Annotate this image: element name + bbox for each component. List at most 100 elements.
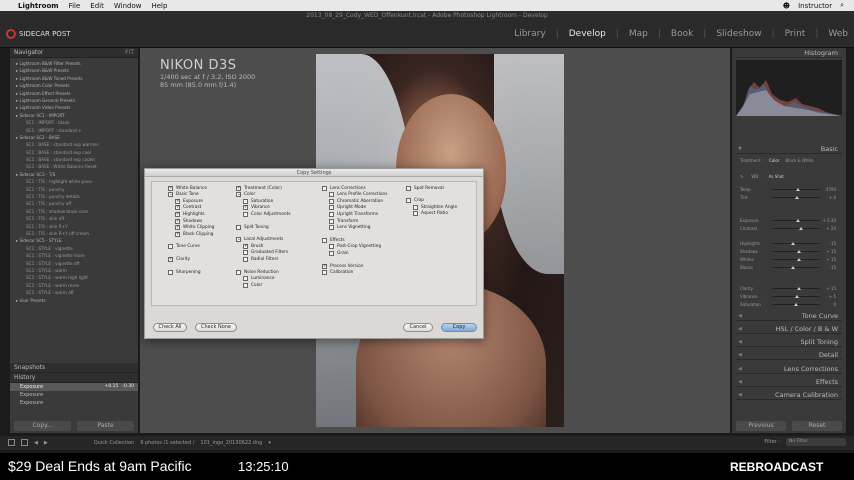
checkbox-saturation[interactable]: Saturation bbox=[243, 198, 273, 204]
checkbox-box[interactable] bbox=[168, 269, 173, 275]
checkbox-calibration[interactable]: Calibration bbox=[322, 270, 353, 276]
checkbox-box[interactable] bbox=[175, 231, 180, 237]
checkbox-straighten-angle[interactable]: Straighten Angle bbox=[413, 204, 457, 210]
checkbox-graduated-filters[interactable]: Graduated Filters bbox=[243, 250, 288, 256]
menu-window[interactable]: Window bbox=[114, 2, 142, 10]
preset-item[interactable]: SC1 : STYLE : warm bbox=[12, 267, 136, 274]
slider-value[interactable]: + 15 bbox=[826, 249, 836, 254]
checkbox-chromatic-aberration[interactable]: Chromatic Aberration bbox=[329, 198, 383, 204]
preset-item[interactable]: SC1 : T/S : shadow black core bbox=[12, 208, 136, 215]
menu-edit[interactable]: Edit bbox=[90, 2, 104, 10]
slider-vibrance[interactable]: Vibrance + 5 bbox=[740, 293, 840, 299]
preset-folder[interactable]: ▸ Lightroom Color Presets bbox=[12, 82, 136, 89]
checkbox-box[interactable] bbox=[243, 198, 248, 204]
search-icon[interactable]: ⌕ bbox=[840, 1, 844, 10]
slider-knob[interactable] bbox=[798, 227, 803, 230]
checkbox-transform[interactable]: Transform bbox=[329, 218, 358, 224]
checkbox-box[interactable] bbox=[243, 243, 248, 249]
grid-view-icon[interactable] bbox=[8, 439, 15, 446]
module-develop[interactable]: Develop bbox=[569, 29, 606, 39]
section-camera-calibration[interactable]: ◀ Camera Calibration bbox=[736, 390, 842, 400]
preset-folder[interactable]: ▸ Lightroom B&W Toned Presets bbox=[12, 75, 136, 82]
slider-value[interactable]: 0 bbox=[833, 302, 836, 307]
preset-folder[interactable]: ▸ Lightroom B&W Presets bbox=[12, 67, 136, 74]
checkbox-box[interactable] bbox=[168, 256, 173, 262]
preset-folder[interactable]: ▸ Lightroom Video Presets bbox=[12, 104, 136, 111]
checkbox-contrast[interactable]: Contrast bbox=[175, 204, 201, 211]
checkbox-box[interactable] bbox=[406, 198, 411, 204]
checkbox-lens-corrections[interactable]: Lens Corrections bbox=[322, 185, 366, 191]
user-icon[interactable]: ☻ bbox=[783, 2, 790, 10]
slider-knob[interactable] bbox=[796, 188, 801, 191]
checkbox-luminance[interactable]: Luminance bbox=[243, 276, 275, 282]
checkbox-crop[interactable]: Crop bbox=[406, 198, 424, 204]
treatment-bw[interactable]: Black & White bbox=[785, 158, 813, 166]
checkbox-lens-vignetting[interactable]: Lens Vignetting bbox=[329, 225, 370, 231]
slider-value[interactable]: + 20 bbox=[826, 226, 836, 231]
nav-forward-icon[interactable]: ▶ bbox=[44, 440, 48, 446]
previous-button[interactable]: Previous bbox=[736, 421, 786, 431]
checkbox-box[interactable] bbox=[329, 244, 334, 250]
checkbox-box[interactable] bbox=[175, 218, 180, 224]
slider-knob[interactable] bbox=[796, 258, 801, 261]
slider-shadows[interactable]: Shadows + 15 bbox=[740, 248, 840, 254]
reset-button[interactable]: Reset bbox=[792, 421, 842, 431]
checkbox-box[interactable] bbox=[243, 204, 248, 211]
section-tone-curve[interactable]: ◀ Tone Curve bbox=[736, 311, 842, 321]
checkbox-black-clipping[interactable]: Black Clipping bbox=[175, 231, 213, 237]
slider-knob[interactable] bbox=[796, 250, 801, 253]
checkbox-box[interactable] bbox=[236, 185, 241, 191]
copy-button[interactable]: Copy bbox=[441, 323, 477, 332]
check-all-button[interactable]: Check All bbox=[153, 323, 187, 332]
checkbox-box[interactable] bbox=[168, 185, 173, 191]
section-detail[interactable]: ◀ Detail bbox=[736, 350, 842, 360]
preset-item[interactable]: SC1 : T/S : punchy bbox=[12, 186, 136, 193]
second-window-icon[interactable] bbox=[21, 439, 28, 446]
checkbox-effects[interactable]: Effects bbox=[322, 237, 345, 243]
slider-tint[interactable]: Tint + 6 bbox=[740, 194, 840, 200]
checkbox-grain[interactable]: Grain bbox=[329, 250, 349, 256]
checkbox-upright-transforms[interactable]: Upright Transforms bbox=[329, 211, 378, 217]
slider-value[interactable]: + 15 bbox=[826, 257, 836, 262]
checkbox-basic-tone[interactable]: Basic Tone bbox=[168, 191, 199, 198]
preset-item[interactable]: SC1 : IMPORT : standard + bbox=[12, 127, 136, 134]
preset-item[interactable]: SC1 : STYLE : warm high light bbox=[12, 274, 136, 281]
checkbox-box[interactable] bbox=[413, 204, 418, 210]
module-library[interactable]: Library bbox=[514, 29, 545, 39]
preset-folder[interactable]: ▸ Lightroom General Presets bbox=[12, 97, 136, 104]
checkbox-box[interactable] bbox=[329, 225, 334, 231]
preset-item[interactable]: SC1 : T/S : punchy off bbox=[12, 200, 136, 207]
checkbox-sharpening[interactable]: Sharpening bbox=[168, 269, 201, 275]
cancel-button[interactable]: Cancel bbox=[403, 323, 433, 332]
module-book[interactable]: Book bbox=[671, 29, 693, 39]
slider-temp[interactable]: Temp 4700 bbox=[740, 186, 840, 192]
slider-knob[interactable] bbox=[791, 266, 796, 269]
checkbox-color-adjustments[interactable]: Color Adjustments bbox=[243, 211, 291, 217]
slider-value[interactable]: + 6 bbox=[829, 195, 836, 200]
history-step[interactable]: Exposure bbox=[10, 399, 138, 407]
checkbox-color[interactable]: Color bbox=[236, 191, 255, 198]
checkbox-vibrance[interactable]: Vibrance bbox=[243, 204, 270, 211]
checkbox-exposure[interactable]: Exposure bbox=[175, 198, 203, 204]
section-split-toning[interactable]: ◀ Split Toning bbox=[736, 337, 842, 347]
checkbox-box[interactable] bbox=[322, 263, 327, 269]
basic-header[interactable]: ▼ Basic bbox=[736, 144, 842, 154]
wb-value[interactable]: As Shot bbox=[769, 174, 784, 182]
slider-value[interactable]: + 5 bbox=[829, 294, 836, 299]
preset-item[interactable]: SC1 : STYLE : warm off bbox=[12, 289, 136, 296]
slider-whites[interactable]: Whites + 15 bbox=[740, 256, 840, 262]
checkbox-box[interactable] bbox=[329, 198, 334, 204]
slider-value[interactable]: + 0.30 bbox=[822, 218, 836, 223]
navigator-zoom[interactable]: FIT bbox=[125, 48, 138, 57]
slider-knob[interactable] bbox=[791, 242, 796, 245]
preset-folder[interactable]: ▸ Lightroom Effect Presets bbox=[12, 90, 136, 97]
treatment-color[interactable]: Color bbox=[769, 158, 779, 166]
checkbox-box[interactable] bbox=[406, 185, 411, 191]
checkbox-local-adjustments[interactable]: Local Adjustments bbox=[236, 236, 283, 243]
checkbox-color[interactable]: Color bbox=[243, 282, 262, 288]
preset-item[interactable]: SC1 : STYLE : vignette off bbox=[12, 260, 136, 267]
checkbox-radial-filters[interactable]: Radial Filters bbox=[243, 256, 279, 262]
section-lens-corrections[interactable]: ◀ Lens Corrections bbox=[736, 364, 842, 374]
slider-saturation[interactable]: Saturation 0 bbox=[740, 301, 840, 307]
menu-app[interactable]: Lightroom bbox=[18, 2, 59, 10]
